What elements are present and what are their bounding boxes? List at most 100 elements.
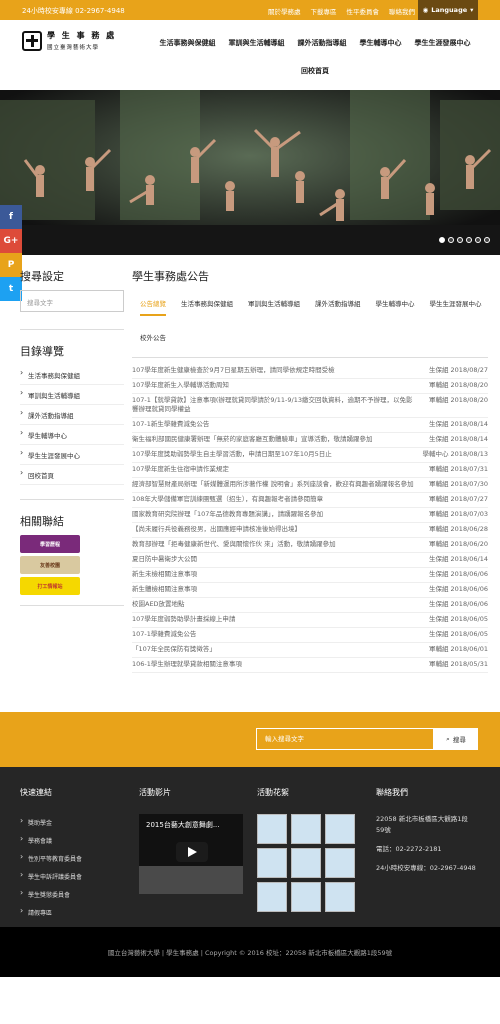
gallery-thumbnail[interactable] <box>257 848 287 878</box>
announcement-title[interactable]: 107學年度新生住宿申請作業規定 <box>132 465 418 474</box>
sidebar-nav-item[interactable]: 學生生涯發展中心 <box>20 445 124 465</box>
announcement-title[interactable]: 國家教育研究院辦理「107年品德教育專題演講」，請踴躍報名參加 <box>132 510 418 519</box>
announcement-row[interactable]: 107學年度獎助弱勢學生自主學習活動，申請日期至107年10月5日止 學輔中心 2… <box>132 448 488 463</box>
announcement-row[interactable]: 107-1【就學貸款】注意事項(辦理就貸同學請於9/11-9/13繳交回執資料，… <box>132 394 488 418</box>
announcement-title[interactable]: 108年大學儲備軍官訓練團甄選（招生），有興趣報考者請參閱簡章 <box>132 495 418 504</box>
announcement-title[interactable]: 107學年度新生健康檢查於9月7日星期五辦理，請同學依規定時間受檢 <box>132 366 418 375</box>
carousel-dot[interactable] <box>484 237 490 243</box>
announcement-tab[interactable]: 公告總覽 <box>140 298 166 316</box>
carousel-dot[interactable] <box>475 237 481 243</box>
quick-link[interactable]: 性別平等教育委員會 <box>20 850 82 868</box>
announcement-title[interactable]: 衛生福利部國民健康署辦理「無菸的家庭客廳互動體驗車」宣導活動，敬請踴躍參加 <box>132 435 418 444</box>
announcement-tab[interactable]: 軍訓與生活輔導組 <box>248 298 300 316</box>
globe-icon: ◉ <box>422 6 429 14</box>
announcement-row[interactable]: 新生體檢相關注意事項 生保組 2018/06/06 <box>132 583 488 598</box>
announcement-tab[interactable]: 學生生涯發展中心 <box>430 298 482 316</box>
announcement-title[interactable]: 教育部辦理「拒毒健康新世代、愛與關懷作伙 來」活動，敬請踴躍參加 <box>132 540 418 549</box>
announcement-row[interactable]: 107-1新生學雜費減免公告 生保組 2018/08/14 <box>132 418 488 433</box>
sidebar-search-input[interactable]: 搜尋文字 <box>20 290 124 312</box>
announcement-row[interactable]: 新生未檢相關注意事項 生保組 2018/06/06 <box>132 568 488 583</box>
quick-link[interactable]: 學生獎懲委員會 <box>20 886 82 904</box>
top-link[interactable]: 關於學務處 <box>268 6 301 16</box>
announcement-title[interactable]: 新生體檢相關注意事項 <box>132 585 418 594</box>
announcement-title[interactable]: 107學年度獎助弱勢學生自主學習活動，申請日期至107年10月5日止 <box>132 450 418 459</box>
announcement-row[interactable]: 經濟部智慧財產局辦理「新媒體運用所涉著作權 說明會」系列座談會，歡迎有興趣者踴躍… <box>132 478 488 493</box>
top-link[interactable]: 性平委員會 <box>347 6 380 16</box>
quick-link[interactable]: 請假專區 <box>20 904 82 922</box>
sidebar-nav-item[interactable]: 課外活動指導組 <box>20 405 124 425</box>
quick-link[interactable]: 學生申訴評議委員會 <box>20 868 82 886</box>
gallery-thumbnail[interactable] <box>257 814 287 844</box>
announcement-tab[interactable]: 生活事務與保健組 <box>181 298 233 316</box>
footer-search-input[interactable] <box>256 728 434 750</box>
announcement-title[interactable]: 校園AED放置地點 <box>132 600 418 609</box>
sidebar-nav-item[interactable]: 軍訓與生活輔導組 <box>20 385 124 405</box>
nav-item[interactable]: 生活事務與保健組 <box>160 38 216 48</box>
gallery-thumbnail[interactable] <box>291 814 321 844</box>
announcement-title[interactable]: 107學年度新生入學輔導活動周知 <box>132 381 418 390</box>
announcement-title[interactable]: 107-1新生學雜費減免公告 <box>132 420 418 429</box>
gallery-thumbnail[interactable] <box>257 882 287 912</box>
announcement-row[interactable]: 107學年度新生住宿申請作業規定 軍輔組 2018/07/31 <box>132 463 488 478</box>
related-link-banner[interactable]: 打工情報站 <box>20 577 80 595</box>
carousel-dot[interactable] <box>457 237 463 243</box>
social-share-icon[interactable]: G+ <box>0 229 22 253</box>
announcement-row[interactable]: 107學年度新生健康檢查於9月7日星期五辦理，請同學依規定時間受檢 生保組 201… <box>132 364 488 379</box>
announcement-title[interactable]: 107學年度弱勢助學計畫採線上申請 <box>132 615 418 624</box>
announcement-row[interactable]: 108年大學儲備軍官訓練團甄選（招生），有興趣報考者請參閱簡章 軍輔組 2018/… <box>132 493 488 508</box>
announcement-title[interactable]: 106-1學生辦理就學貸款相關注意事項 <box>132 660 418 669</box>
social-share-icon[interactable]: P <box>0 253 22 277</box>
announcement-row[interactable]: 「107年全民保防有獎徵答」 軍輔組 2018/06/01 <box>132 643 488 658</box>
sidebar-nav-item[interactable]: 回校首頁 <box>20 465 124 485</box>
quick-link[interactable]: 學務會議 <box>20 832 82 850</box>
announcement-title[interactable]: 經濟部智慧財產局辦理「新媒體運用所涉著作權 說明會」系列座談會，歡迎有興趣者踴躍… <box>132 480 418 489</box>
top-link[interactable]: 聯絡我們 <box>389 6 415 16</box>
announcement-title[interactable]: 「107年全民保防有獎徵答」 <box>132 645 418 654</box>
play-icon[interactable] <box>176 842 208 862</box>
top-link[interactable]: 下載專區 <box>311 6 337 16</box>
announcement-row[interactable]: 衛生福利部國民健康署辦理「無菸的家庭客廳互動體驗車」宣導活動，敬請踴躍參加 生保組… <box>132 433 488 448</box>
announcement-row[interactable]: 校園AED放置地點 生保組 2018/06/06 <box>132 598 488 613</box>
carousel-dot[interactable] <box>466 237 472 243</box>
nav-item[interactable]: 學生輔導中心 <box>360 38 402 48</box>
announcement-title[interactable]: 107-1學雜費減免公告 <box>132 630 418 639</box>
related-link-banner[interactable]: 友善校園 <box>20 556 80 574</box>
announcement-title[interactable]: 新生未檢相關注意事項 <box>132 570 418 579</box>
nav-item[interactable]: 課外活動指導組 <box>298 38 347 48</box>
announcement-tab[interactable]: 學生輔導中心 <box>376 298 415 316</box>
social-share-icon[interactable]: f <box>0 205 22 229</box>
nav-item[interactable]: 學生生涯發展中心 <box>415 38 471 48</box>
activity-video[interactable]: 2015台藝大創意舞劇... <box>139 814 243 894</box>
nav-item[interactable]: 回校首頁 <box>301 66 329 76</box>
announcement-row[interactable]: 106-1學生辦理就學貸款相關注意事項 軍輔組 2018/05/31 <box>132 658 488 673</box>
language-button[interactable]: ◉ Language ▾ <box>418 0 478 20</box>
site-logo[interactable]: 學 生 事 務 處 國立臺灣藝術大學 <box>22 30 116 51</box>
gallery-thumbnail[interactable] <box>325 814 355 844</box>
gallery-thumbnail[interactable] <box>291 882 321 912</box>
footer-search-button[interactable]: ⌕ 搜尋 <box>434 728 478 750</box>
announcement-meta: 軍輔組 2018/07/27 <box>428 495 488 503</box>
related-link-banner[interactable]: 學習歷程 <box>20 535 80 553</box>
announcement-row[interactable]: 國家教育研究院辦理「107年品德教育專題演講」，請踴躍報名參加 軍輔組 2018/… <box>132 508 488 523</box>
announcement-row[interactable]: 107學年度弱勢助學計畫採線上申請 生保組 2018/06/05 <box>132 613 488 628</box>
sidebar-nav-item[interactable]: 學生輔導中心 <box>20 425 124 445</box>
announcement-title[interactable]: 【尚未履行兵役義務役男，出國應經申請核准後始得出境】 <box>132 525 418 534</box>
carousel-dot[interactable] <box>439 237 445 243</box>
announcement-title[interactable]: 夏日防中暑衛步大公開 <box>132 555 418 564</box>
quick-link[interactable]: 獎助學金 <box>20 814 82 832</box>
nav-item[interactable]: 軍訓與生活輔導組 <box>229 38 285 48</box>
announcement-title[interactable]: 107-1【就學貸款】注意事項(辦理就貸同學請於9/11-9/13繳交回執資料，… <box>132 396 418 414</box>
gallery-thumbnail[interactable] <box>325 882 355 912</box>
announcement-tab[interactable]: 課外活動指導組 <box>315 298 361 316</box>
social-share-icon[interactable]: t <box>0 277 22 301</box>
gallery-thumbnail[interactable] <box>325 848 355 878</box>
sidebar-nav-item[interactable]: 生活事務與保健組 <box>20 365 124 385</box>
announcement-tab[interactable]: 校外公告 <box>140 332 166 342</box>
announcement-row[interactable]: 教育部辦理「拒毒健康新世代、愛與關懷作伙 來」活動，敬請踴躍參加 軍輔組 2018… <box>132 538 488 553</box>
carousel-dot[interactable] <box>448 237 454 243</box>
announcement-row[interactable]: 【尚未履行兵役義務役男，出國應經申請核准後始得出境】 軍輔組 2018/06/28 <box>132 523 488 538</box>
announcement-row[interactable]: 107學年度新生入學輔導活動周知 軍輔組 2018/08/20 <box>132 379 488 394</box>
announcement-row[interactable]: 夏日防中暑衛步大公開 生保組 2018/06/14 <box>132 553 488 568</box>
gallery-thumbnail[interactable] <box>291 848 321 878</box>
announcement-row[interactable]: 107-1學雜費減免公告 生保組 2018/06/05 <box>132 628 488 643</box>
